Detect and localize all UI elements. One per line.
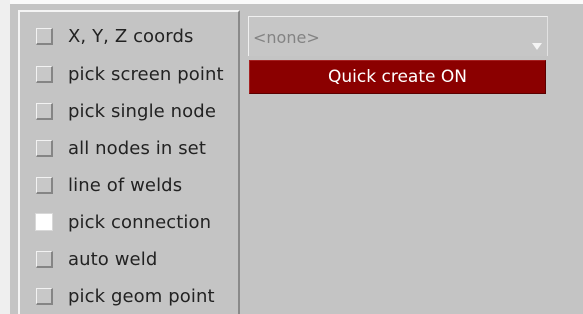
option-line-of-welds[interactable]: line of welds (18, 170, 238, 200)
option-pick-geom-point[interactable]: pick geom point (18, 281, 238, 311)
option-pick-screen-point[interactable]: pick screen point (18, 59, 238, 89)
option-pick-single-node[interactable]: pick single node (18, 96, 238, 126)
checkbox-pick-single-node[interactable] (36, 102, 53, 120)
quick-create-panel: X, Y, Z coords pick screen point pick si… (0, 0, 583, 314)
selector-value: <none> (253, 28, 320, 47)
option-label: pick single node (68, 100, 216, 122)
option-xyz-coords[interactable]: X, Y, Z coords (18, 21, 238, 51)
checkbox-pick-geom-point[interactable] (36, 287, 53, 305)
checkbox-pick-screen-point[interactable] (36, 65, 53, 83)
option-auto-weld[interactable]: auto weld (18, 244, 238, 274)
left-edge (0, 0, 10, 314)
option-label: pick screen point (68, 63, 224, 85)
option-label: all nodes in set (68, 137, 207, 159)
checkbox-xyz-coords[interactable] (36, 27, 53, 45)
option-label: pick geom point (68, 285, 215, 307)
triangle-down-icon[interactable] (532, 43, 542, 50)
checkbox-pick-connection[interactable] (35, 213, 53, 231)
collector-selector[interactable]: <none> (248, 16, 548, 56)
checkbox-line-of-welds[interactable] (36, 176, 53, 194)
quick-create-button[interactable]: Quick create ON (249, 60, 546, 94)
option-label: line of welds (68, 174, 183, 196)
checkbox-auto-weld[interactable] (36, 250, 53, 268)
checkbox-all-nodes-in-set[interactable] (36, 139, 53, 157)
option-pick-connection[interactable]: pick connection (18, 207, 238, 237)
option-label: auto weld (68, 248, 158, 270)
option-all-nodes-in-set[interactable]: all nodes in set (18, 133, 238, 163)
top-edge (0, 0, 583, 4)
option-label: X, Y, Z coords (68, 25, 194, 47)
option-label: pick connection (68, 211, 212, 233)
